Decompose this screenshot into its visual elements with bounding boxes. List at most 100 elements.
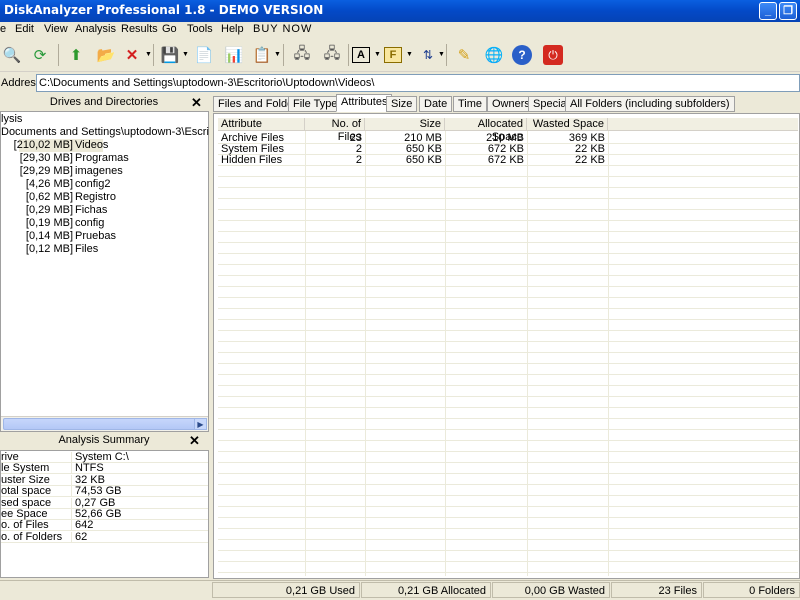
menu-help[interactable]: Help: [221, 23, 244, 35]
up-folder-icon[interactable]: ⬆: [64, 43, 88, 67]
tree-item-size: [0,62 MB]: [25, 191, 73, 203]
chevron-down-icon[interactable]: ▼: [182, 51, 189, 58]
summary-row: rive System C:\: [1, 452, 208, 463]
tree-item-name: config: [75, 217, 105, 229]
menu-go[interactable]: Go: [162, 23, 177, 35]
cell-attribute: Hidden Files: [221, 154, 283, 166]
chevron-down-icon[interactable]: ▼: [438, 51, 445, 58]
filter-icon[interactable]: F: [384, 47, 402, 63]
help-icon[interactable]: ?: [512, 45, 532, 65]
column-divider: [71, 474, 72, 486]
tab-all-folders[interactable]: All Folders (including subfolders): [565, 96, 735, 112]
sort-icon[interactable]: ⇅: [416, 43, 440, 67]
font-icon[interactable]: A: [352, 47, 370, 63]
grid-vline: [527, 131, 528, 576]
toolbar-separator: [153, 44, 154, 66]
web-icon[interactable]: 🌐: [482, 43, 506, 67]
column-divider: [71, 463, 72, 475]
tab-date[interactable]: Date: [419, 96, 453, 112]
network-drive-icon[interactable]: 🖧: [290, 43, 314, 67]
tab-size[interactable]: Size: [386, 96, 418, 112]
exit-icon[interactable]: ⏻: [543, 45, 563, 65]
toolbar-separator: [446, 44, 447, 66]
refresh-icon[interactable]: ⟳: [28, 43, 52, 67]
tree-item[interactable]: [0,29 MB] Fichas: [1, 204, 208, 217]
grid-vline: [305, 131, 306, 576]
toolbar: 🔍 ⟳ ⬆ 📂 ✕ ▼ 💾 ▼ 📄 📊 📋 ▼ 🖧 🖧 A ▼ F ▼ ⇅ ▼ …: [0, 38, 800, 72]
tree-item[interactable]: [0,19 MB] config: [1, 217, 208, 230]
close-icon[interactable]: ✕: [189, 433, 200, 449]
table-row[interactable]: Hidden Files 2 650 KB 672 KB 22 KB: [218, 155, 608, 166]
address-input[interactable]: C:\Documents and Settings\uptodown-3\Esc…: [36, 74, 800, 92]
tab-attributes[interactable]: Attributes: [336, 94, 393, 112]
summary-label: uster Size: [1, 473, 50, 486]
title-bar: DiskAnalyzer Professional 1.8 - DEMO VER…: [0, 0, 800, 22]
report-icon[interactable]: 📋: [250, 43, 274, 67]
maximize-button[interactable]: ❐: [779, 2, 797, 20]
tree-item-name: Registro: [75, 191, 116, 203]
tree-item[interactable]: [210,02 MB] Videos: [1, 139, 208, 152]
scroll-right-icon[interactable]: ▶: [194, 418, 207, 430]
column-header-no-of-files[interactable]: No. of Files: [305, 118, 365, 143]
export-icon[interactable]: 📄: [192, 43, 216, 67]
cell-no-of-files: 2: [355, 154, 362, 166]
menu-edit[interactable]: Edit: [15, 23, 34, 35]
column-header-size[interactable]: Size: [365, 118, 445, 131]
menu-buy-now[interactable]: BUY NOW: [253, 23, 312, 35]
menu-file[interactable]: e: [0, 23, 6, 35]
horizontal-scrollbar[interactable]: ▶: [1, 416, 208, 431]
summary-label: o. of Files: [1, 519, 49, 532]
tab-time[interactable]: Time: [453, 96, 488, 112]
panel-splitter[interactable]: [209, 94, 213, 580]
status-files: 23 Files: [611, 582, 702, 598]
status-allocated: 0,21 GB Allocated: [361, 582, 491, 598]
tree-item[interactable]: [0,12 MB] Files: [1, 243, 208, 256]
minimize-button[interactable]: _: [759, 2, 777, 20]
tree-item-size: [210,02 MB]: [13, 139, 73, 151]
options-icon[interactable]: ✎: [452, 43, 476, 67]
summary-label: o. of Folders: [1, 530, 63, 543]
status-used: 0,21 GB Used: [212, 582, 360, 598]
summary-row: o. of Folders 62: [1, 530, 208, 543]
delete-icon[interactable]: ✕: [120, 43, 144, 67]
summary-value: System C:\: [75, 451, 129, 463]
tree-item[interactable]: [0,62 MB] Registro: [1, 191, 208, 204]
summary-panel: Analysis Summary ✕ rive System C:\ le Syst…: [0, 432, 209, 580]
menu-view[interactable]: View: [44, 23, 68, 35]
menu-results[interactable]: Results: [121, 23, 158, 35]
chevron-down-icon[interactable]: ▼: [406, 51, 413, 58]
column-header-wasted-space[interactable]: Wasted Space: [527, 118, 608, 131]
grid-vline: [445, 131, 446, 576]
summary-row: otal space 74,53 GB: [1, 485, 208, 498]
column-header-allocated-space[interactable]: Allocated Space: [445, 118, 527, 143]
tree-item[interactable]: [4,26 MB] config2: [1, 178, 208, 191]
excel-icon[interactable]: 📊: [222, 43, 246, 67]
summary-value: 74,53 GB: [75, 485, 122, 498]
tree-path[interactable]: Documents and Settings\uptodown-3\Escrit…: [1, 126, 209, 139]
tree-item[interactable]: [29,30 MB] Programas: [1, 152, 208, 165]
chevron-down-icon[interactable]: ▼: [145, 51, 152, 58]
tree-root[interactable]: lysis: [1, 113, 22, 126]
folder-open-icon[interactable]: 📂: [94, 43, 118, 67]
grid-vline: [365, 131, 366, 576]
tree-item[interactable]: [0,14 MB] Pruebas: [1, 230, 208, 243]
summary-row: ee Space 52,66 GB: [1, 509, 208, 520]
summary-row: le System NTFS: [1, 463, 208, 475]
close-icon[interactable]: ✕: [191, 95, 202, 111]
scrollbar-thumb[interactable]: [3, 418, 199, 430]
chevron-down-icon[interactable]: ▼: [274, 51, 281, 58]
column-divider: [71, 497, 72, 509]
column-header-attribute[interactable]: Attribute: [218, 118, 305, 131]
save-icon[interactable]: 💾: [158, 43, 182, 67]
attributes-grid: Attribute No. of Files Size Allocated Sp…: [213, 113, 800, 579]
tree-item[interactable]: [29,29 MB] imagenes: [1, 165, 208, 178]
column-header-filler: [608, 118, 798, 131]
summary-row: o. of Files 642: [1, 519, 208, 532]
tree-item-name: Fichas: [75, 204, 108, 216]
menu-tools[interactable]: Tools: [187, 23, 213, 35]
menu-analysis[interactable]: Analysis: [75, 23, 116, 35]
disconnect-drive-icon[interactable]: 🖧: [320, 43, 344, 67]
search-icon[interactable]: 🔍: [0, 43, 24, 67]
tree-item-size: [29,29 MB]: [19, 165, 73, 177]
chevron-down-icon[interactable]: ▼: [374, 51, 381, 58]
